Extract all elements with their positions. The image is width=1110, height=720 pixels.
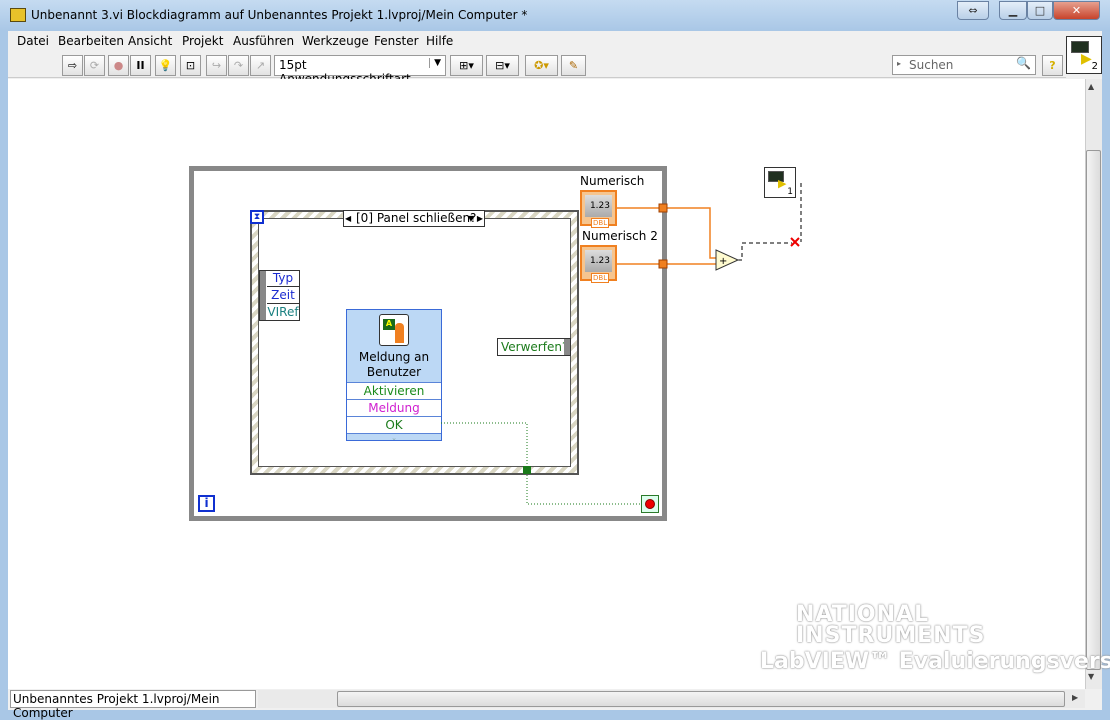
add-symbol: + [719, 256, 727, 267]
wire-ok-to-stop [441, 422, 642, 505]
tunnel-numeric1 [658, 203, 668, 213]
broken-wire-x-icon [790, 237, 800, 247]
wires: + [441, 183, 802, 505]
subvi-icon[interactable]: ▶ 1 [764, 167, 796, 198]
tunnel-numeric2 [658, 259, 668, 269]
tunnel-boolean [523, 466, 531, 474]
broken-wire-sum [738, 242, 792, 261]
subvi-number: 1 [787, 187, 793, 197]
wire-numeric1 [617, 207, 717, 259]
